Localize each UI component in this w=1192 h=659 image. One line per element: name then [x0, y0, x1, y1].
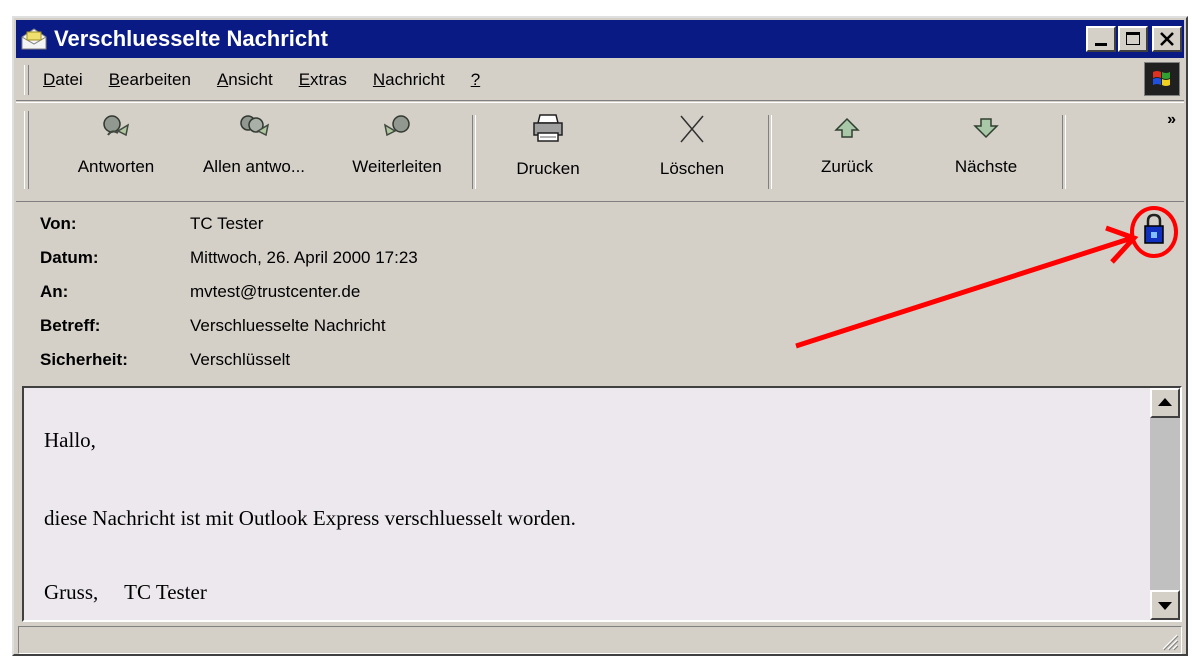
- close-button[interactable]: [1152, 26, 1182, 52]
- message-header: Von: TC Tester Datum: Mittwoch, 26. Apri…: [16, 202, 1184, 382]
- forward-button[interactable]: Weiterleiten: [332, 113, 462, 193]
- reply-all-icon: [240, 115, 270, 137]
- to-value: mvtest@trustcenter.de: [190, 282, 361, 301]
- previous-label: Zurück: [821, 157, 873, 176]
- delete-label: Löschen: [659, 159, 725, 178]
- message-body[interactable]: Hallo, diese Nachricht ist mit Outlook E…: [22, 386, 1182, 622]
- scroll-down-icon: [1158, 602, 1172, 610]
- windows-logo-icon: [1144, 62, 1180, 96]
- scrollbar-track[interactable]: [1150, 418, 1180, 590]
- subject-value: Verschluesselte Nachricht: [190, 316, 386, 335]
- next-label: Nächste: [954, 157, 1018, 176]
- down-arrow-icon: [973, 118, 999, 139]
- title-bar[interactable]: Verschluesselte Nachricht: [16, 20, 1184, 58]
- print-button[interactable]: Drucken: [498, 113, 598, 193]
- toolbar-grip[interactable]: [24, 111, 29, 189]
- reply-all-button[interactable]: Allen antwo...: [184, 113, 324, 193]
- scroll-down-button[interactable]: [1150, 590, 1180, 620]
- previous-button[interactable]: Zurück: [802, 113, 892, 193]
- printer-icon: [533, 114, 563, 142]
- reply-button[interactable]: Antworten: [60, 113, 172, 193]
- menu-ansicht[interactable]: Ansicht: [213, 70, 277, 90]
- maximize-button[interactable]: [1118, 26, 1148, 52]
- menu-bearbeiten[interactable]: Bearbeiten: [105, 70, 195, 90]
- vertical-scrollbar[interactable]: [1150, 388, 1180, 620]
- reply-icon: [103, 115, 130, 137]
- up-arrow-icon: [834, 117, 860, 138]
- scroll-up-icon: [1158, 398, 1172, 406]
- toolbar-overflow-chevron[interactable]: »: [1167, 111, 1176, 129]
- close-icon: [1160, 32, 1174, 46]
- message-window: Verschluesselte Nachricht Datei Bearbeit…: [12, 16, 1188, 656]
- maximize-icon: [1126, 32, 1140, 45]
- menu-datei[interactable]: Datei: [39, 70, 87, 90]
- date-label: Datum:: [40, 248, 99, 267]
- delete-icon: [680, 115, 704, 143]
- date-value: Mittwoch, 26. April 2000 17:23: [190, 248, 418, 267]
- toolbar: Antworten Allen antwo... Weiterleiten Dr…: [16, 102, 1184, 202]
- from-label: Von:: [40, 214, 77, 233]
- envelope-icon: [21, 28, 47, 50]
- body-line-greeting: Hallo,: [44, 428, 96, 452]
- print-label: Drucken: [516, 159, 580, 178]
- security-value: Verschlüsselt: [190, 350, 291, 369]
- body-line-signature: Gruss, TC Tester: [44, 580, 207, 604]
- body-line-message: diese Nachricht ist mit Outlook Express …: [44, 506, 576, 530]
- reply-label: Antworten: [77, 157, 155, 176]
- lock-icon[interactable]: [1142, 212, 1166, 246]
- menu-nachricht[interactable]: Nachricht: [369, 70, 449, 90]
- to-label: An:: [40, 282, 69, 301]
- toolbar-separator: [472, 115, 476, 189]
- next-button[interactable]: Nächste: [938, 113, 1034, 193]
- minimize-button[interactable]: [1086, 26, 1116, 52]
- menu-extras[interactable]: Extras: [295, 70, 351, 90]
- menu-grip[interactable]: [24, 65, 29, 95]
- forward-icon: [383, 115, 410, 137]
- subject-label: Betreff:: [40, 316, 101, 335]
- toolbar-separator: [1062, 115, 1066, 189]
- menu-help[interactable]: ?: [467, 70, 484, 90]
- scroll-up-button[interactable]: [1150, 388, 1180, 418]
- window-title: Verschluesselte Nachricht: [54, 26, 328, 51]
- reply-all-label: Allen antwo...: [202, 157, 306, 176]
- menu-bar: Datei Bearbeiten Ansicht Extras Nachrich…: [16, 60, 1184, 101]
- resize-grip-icon[interactable]: [1159, 631, 1179, 651]
- minimize-icon: [1095, 43, 1107, 46]
- toolbar-separator: [768, 115, 772, 189]
- from-value: TC Tester: [190, 214, 264, 233]
- status-bar: [18, 626, 1182, 654]
- forward-label: Weiterleiten: [352, 157, 442, 176]
- delete-button[interactable]: Löschen: [642, 113, 742, 193]
- security-label: Sicherheit:: [40, 350, 128, 369]
